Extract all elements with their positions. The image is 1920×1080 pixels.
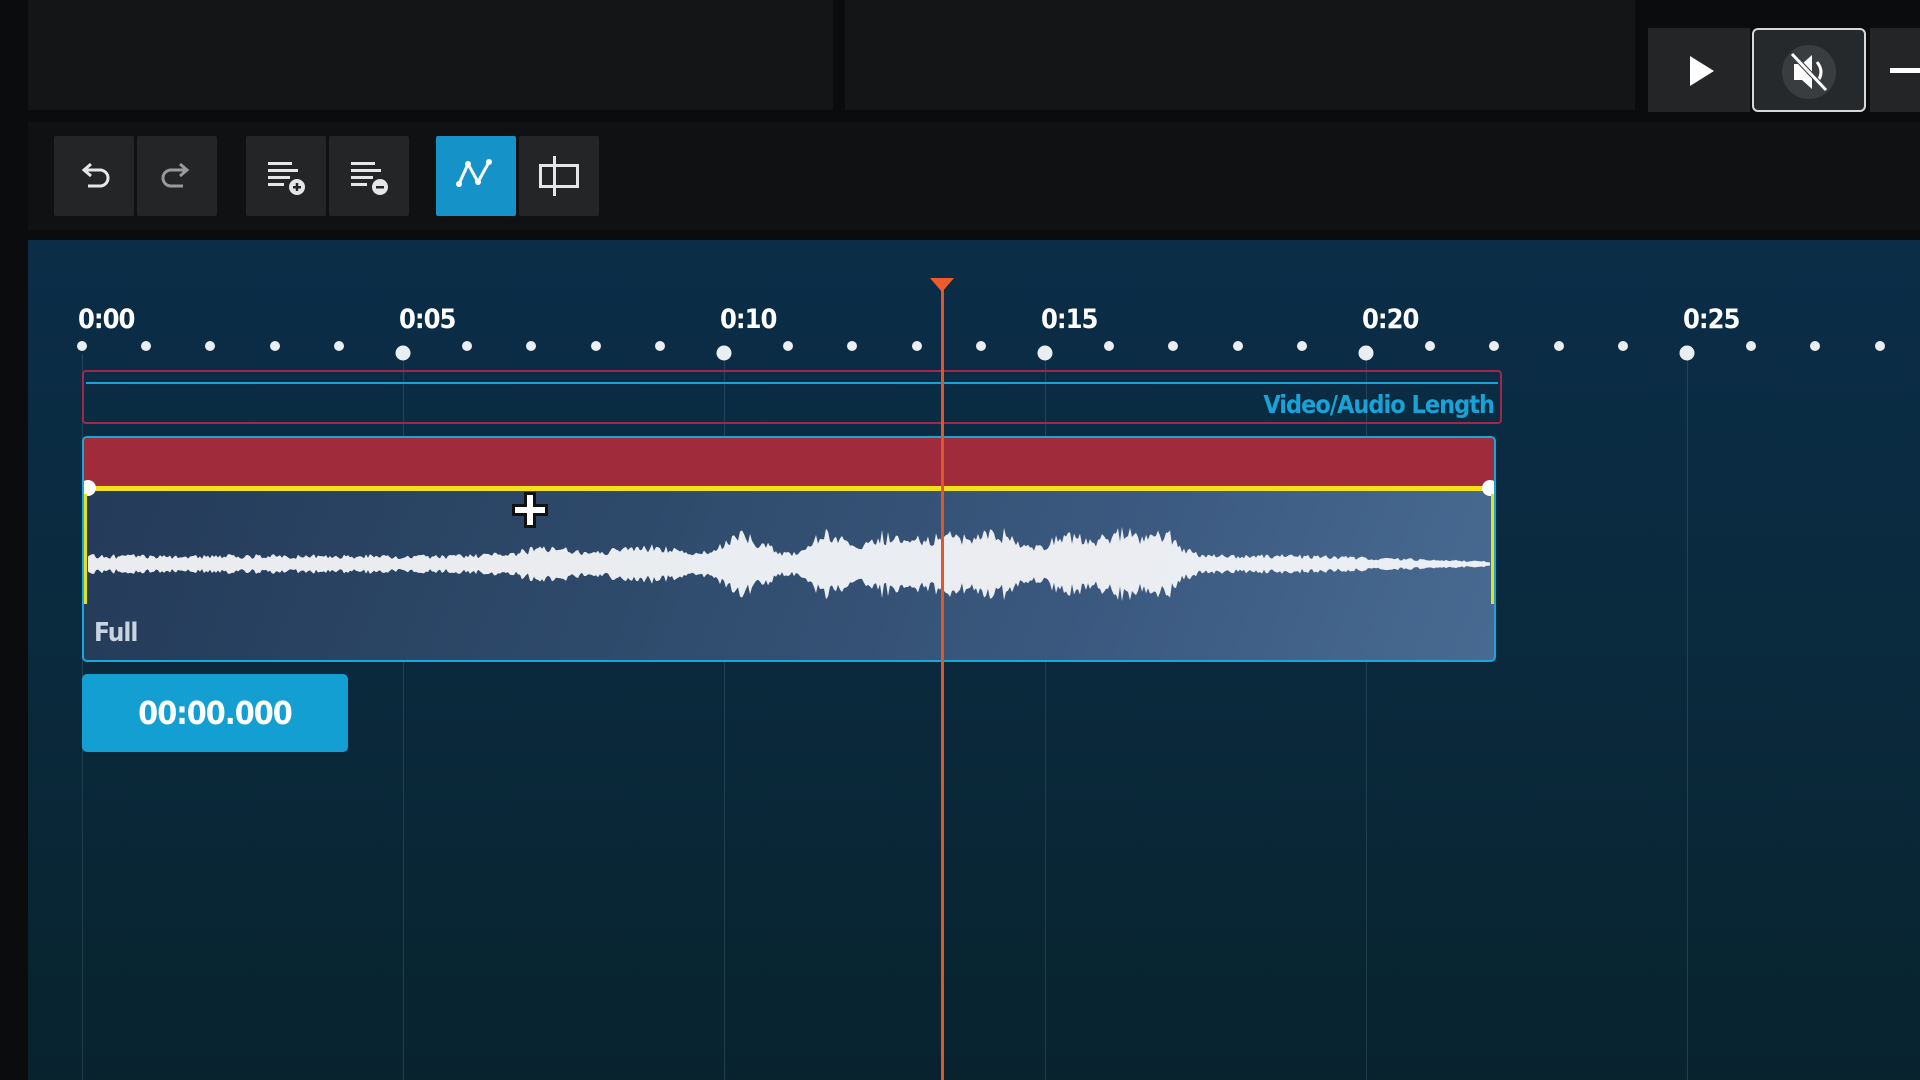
ruler-dot — [269, 341, 280, 351]
keyframe-curve-button[interactable] — [436, 136, 516, 216]
ruler-dot — [1232, 341, 1243, 351]
timeline-panel[interactable]: 0:00 0:05 0:10 0:15 0:20 0:25 Video/Audio Len… — [28, 240, 1920, 1080]
remove-track-button[interactable] — [329, 136, 409, 216]
ruler-dot — [975, 341, 986, 351]
ruler-dot — [1296, 341, 1307, 351]
mute-button[interactable] — [1752, 28, 1866, 112]
video-audio-length-label: Video/Audio Length — [1263, 390, 1495, 419]
ruler-dot — [526, 341, 537, 351]
add-track-button[interactable] — [246, 136, 326, 216]
ruler-tick-label: 0:20 — [1362, 304, 1419, 335]
ruler-dot — [911, 341, 922, 351]
undo-icon — [81, 162, 110, 188]
minus-icon — [1890, 68, 1920, 73]
ruler-dot — [590, 341, 601, 351]
top-middle-panel — [845, 0, 1635, 110]
volume-line[interactable] — [88, 486, 1490, 491]
audio-clip-header[interactable] — [84, 438, 1494, 488]
ruler-dot — [1104, 341, 1115, 351]
top-left-panel — [28, 0, 833, 110]
ruler-dot — [141, 341, 152, 351]
ruler-dot — [1679, 345, 1695, 361]
ruler-tick-label: 0:25 — [1683, 304, 1740, 335]
ruler-dot — [1553, 341, 1564, 351]
ruler-dot — [1489, 341, 1500, 351]
clip-label: Full — [94, 618, 138, 648]
playhead-line[interactable] — [941, 282, 945, 1080]
ruler-dot — [333, 341, 344, 351]
ruler-dot — [847, 341, 858, 351]
ruler-dot — [205, 341, 216, 351]
playhead-marker[interactable] — [930, 278, 955, 292]
audio-clip[interactable]: Full — [82, 436, 1496, 662]
play-button[interactable] — [1648, 28, 1750, 112]
undo-button[interactable] — [54, 136, 134, 216]
crop-trim-icon — [539, 156, 579, 196]
ruler-dot — [1874, 341, 1885, 351]
add-track-icon — [268, 162, 305, 195]
timecode-display[interactable]: 00:00.000 — [82, 674, 348, 752]
play-icon — [1690, 56, 1714, 86]
ruler-dot — [1037, 345, 1053, 361]
ruler-dot — [1617, 341, 1628, 351]
zoom-out-button[interactable] — [1870, 28, 1920, 112]
ruler-dot — [1358, 345, 1374, 361]
mute-icon — [1782, 45, 1836, 99]
ruler-dot — [1810, 341, 1821, 351]
ruler-tick-label: 0:00 — [78, 304, 135, 335]
keyframe-curve-icon — [456, 159, 492, 187]
ruler-dot — [395, 345, 411, 361]
clip-left-edge[interactable] — [84, 494, 87, 604]
remove-track-icon — [351, 162, 388, 195]
ruler-dot — [716, 345, 732, 361]
ruler-dot — [462, 341, 473, 351]
ruler-dot — [1746, 341, 1757, 351]
ruler-dot — [1425, 341, 1436, 351]
editor-window: 0:00 0:05 0:10 0:15 0:20 0:25 Video/Audio Len… — [0, 0, 1920, 1080]
ruler-tick-label: 0:10 — [720, 304, 777, 335]
ruler-gridline — [1687, 354, 1688, 1080]
video-audio-length-bar: Video/Audio Length — [82, 370, 1502, 424]
move-cursor-icon — [512, 492, 548, 528]
clip-right-edge[interactable] — [1491, 494, 1494, 604]
ruler-dot — [654, 341, 665, 351]
trim-button[interactable] — [519, 136, 599, 216]
ruler-tick-label: 0:05 — [399, 304, 456, 335]
ruler-dot — [1168, 341, 1179, 351]
redo-icon — [161, 162, 190, 188]
toolbar — [28, 122, 1920, 230]
ruler-tick-label: 0:15 — [1041, 304, 1098, 335]
redo-button[interactable] — [137, 136, 217, 216]
ruler-dot — [77, 341, 87, 351]
ruler-dot — [783, 341, 794, 351]
